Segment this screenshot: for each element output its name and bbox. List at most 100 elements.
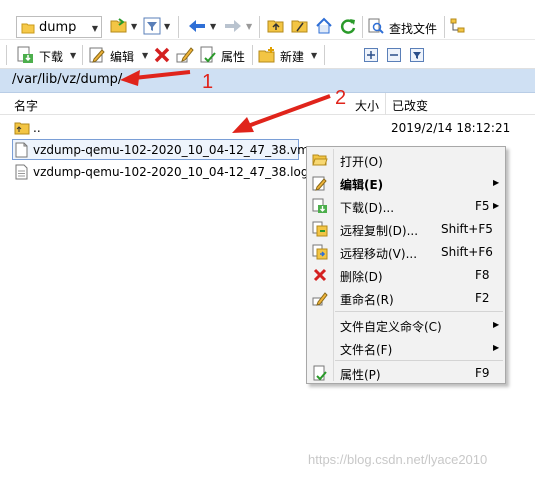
file-row-parent[interactable]: .. 2019/2/14 18:12:21 — [0, 118, 535, 138]
menu-item-remote-move[interactable]: 远程移动(V)... Shift+F6 — [307, 241, 505, 263]
toolbar-separator — [82, 45, 83, 65]
rename-icon — [312, 292, 328, 306]
menu-item-label: 远程移动(V)... — [340, 247, 418, 261]
forward-arrow-icon[interactable] — [224, 19, 242, 33]
chevron-down-icon[interactable]: ▼ — [311, 51, 317, 60]
download-icon[interactable] — [16, 46, 34, 64]
menu-item-shortcut: F8 — [475, 268, 490, 282]
rename-icon[interactable] — [176, 46, 194, 64]
home-icon[interactable] — [315, 17, 333, 35]
menu-item-label: 远程复制(D)... — [340, 224, 419, 238]
remote-copy-icon — [312, 221, 328, 237]
menu-separator — [335, 311, 503, 312]
menu-item-label: 下载(D)... — [340, 201, 395, 215]
filter-icon[interactable] — [143, 17, 161, 35]
toolbar-separator — [259, 16, 260, 38]
file-name: vzdump-qemu-102-2020_10_04-12_47_38.vma — [33, 143, 317, 157]
edit-button[interactable]: 编辑 — [110, 48, 134, 65]
menu-item-download[interactable]: 下载(D)... F5 ▶ — [307, 195, 505, 217]
menu-item-edit[interactable]: 编辑(E) ▶ — [307, 172, 505, 194]
menu-item-open[interactable]: 打开(O) — [307, 149, 505, 171]
edit-icon — [312, 176, 327, 191]
file-name: vzdump-qemu-102-2020_10_04-12_47_38.log — [33, 165, 309, 179]
menu-item-rename[interactable]: 重命名(R) F2 — [307, 287, 505, 309]
refresh-icon[interactable] — [339, 17, 357, 35]
menu-item-shortcut: F5 — [475, 199, 490, 213]
toolbar-separator — [252, 45, 253, 65]
annotation-label-1: 1 — [202, 71, 214, 93]
menu-item-custom-commands[interactable]: 文件自定义命令(C) ▶ — [307, 314, 505, 336]
menu-separator — [335, 360, 503, 361]
column-header-size[interactable]: 大小 — [355, 97, 379, 114]
delete-icon[interactable] — [154, 47, 170, 63]
properties-icon — [313, 365, 327, 381]
parent-directory-icon[interactable] — [267, 17, 285, 35]
chevron-down-icon[interactable]: ▼ — [142, 51, 148, 60]
toolbar-separator — [324, 45, 325, 65]
open-folder-icon — [312, 154, 328, 166]
new-folder-icon[interactable] — [258, 46, 276, 64]
select-remove-icon[interactable] — [387, 48, 401, 62]
menu-item-shortcut: F2 — [475, 291, 490, 305]
menu-item-shortcut: Shift+F6 — [441, 245, 493, 259]
find-files-button[interactable]: 查找文件 — [389, 20, 437, 37]
path-bar[interactable]: /var/lib/vz/dump/ — [0, 69, 535, 93]
menu-item-label: 属性(P) — [340, 368, 381, 382]
text-file-icon — [15, 164, 28, 180]
select-add-icon[interactable] — [364, 48, 378, 62]
menu-item-delete[interactable]: 删除(D) F8 — [307, 264, 505, 286]
edit-icon[interactable] — [88, 46, 106, 64]
file-icon — [15, 142, 28, 158]
menu-item-remote-copy[interactable]: 远程复制(D)... Shift+F5 — [307, 218, 505, 240]
chevron-down-icon[interactable]: ▼ — [131, 22, 137, 31]
chevron-down-icon[interactable]: ▼ — [246, 22, 252, 31]
submenu-arrow-icon: ▶ — [493, 320, 500, 329]
current-path: /var/lib/vz/dump/ — [12, 72, 123, 87]
menu-item-label: 删除(D) — [340, 270, 383, 284]
filter-select-icon[interactable] — [410, 48, 424, 62]
chevron-down-icon[interactable]: ▼ — [164, 22, 170, 31]
submenu-arrow-icon: ▶ — [493, 178, 500, 187]
menu-item-file-names[interactable]: 文件名(F) ▶ — [307, 337, 505, 359]
file-list-header: 名字 大小 已改变 — [0, 93, 535, 115]
parent-folder-icon — [14, 122, 30, 135]
menu-item-label: 编辑(E) — [340, 178, 384, 192]
submenu-arrow-icon: ▶ — [493, 201, 500, 210]
menu-item-label: 打开(O) — [340, 155, 383, 169]
menu-item-label: 文件自定义命令(C) — [340, 320, 442, 334]
column-header-name[interactable]: 名字 — [14, 97, 38, 114]
properties-button[interactable]: 属性 — [221, 48, 245, 65]
column-divider[interactable] — [385, 93, 386, 115]
back-arrow-icon[interactable] — [188, 19, 206, 33]
toolbar-separator — [444, 16, 445, 38]
menu-item-label: 文件名(F) — [340, 343, 393, 357]
menu-item-properties[interactable]: 属性(P) F9 — [307, 362, 505, 384]
toolbar-top: dump ▼ ▼ ▼ ▼ ▼ 查找文件 — [0, 0, 535, 40]
location-combo[interactable]: dump ▼ — [16, 16, 102, 38]
folder-icon — [21, 23, 35, 34]
chevron-down-icon[interactable]: ▼ — [210, 22, 216, 31]
download-icon — [312, 198, 327, 213]
search-icon[interactable] — [368, 18, 384, 34]
remote-move-icon — [312, 244, 328, 260]
watermark: https://blog.csdn.net/lyace2010 — [308, 452, 488, 467]
new-button[interactable]: 新建 — [280, 48, 304, 65]
tree-view-icon[interactable] — [450, 18, 468, 34]
file-modified: 2019/2/14 18:12:21 — [391, 121, 511, 135]
annotation-label-2: 2 — [335, 87, 347, 109]
column-header-modified[interactable]: 已改变 — [392, 97, 428, 114]
toolbar-separator — [362, 16, 363, 38]
delete-icon — [313, 268, 327, 282]
file-name: .. — [33, 121, 41, 135]
open-directory-icon[interactable] — [110, 17, 128, 35]
toolbar-separator — [178, 16, 179, 38]
context-menu: 打开(O) 编辑(E) ▶ 下载(D)... F5 ▶ 远程复制(D)... S… — [306, 146, 506, 384]
menu-item-label: 重命名(R) — [340, 293, 394, 307]
submenu-arrow-icon: ▶ — [493, 343, 500, 352]
chevron-down-icon: ▼ — [91, 24, 98, 33]
download-button[interactable]: 下载 — [39, 48, 63, 65]
properties-icon[interactable] — [199, 46, 217, 64]
toolbar-actions: 下载 ▼ 编辑 ▼ 属性 新建 ▼ — [0, 40, 535, 69]
root-directory-icon[interactable] — [291, 17, 309, 35]
chevron-down-icon[interactable]: ▼ — [70, 51, 76, 60]
